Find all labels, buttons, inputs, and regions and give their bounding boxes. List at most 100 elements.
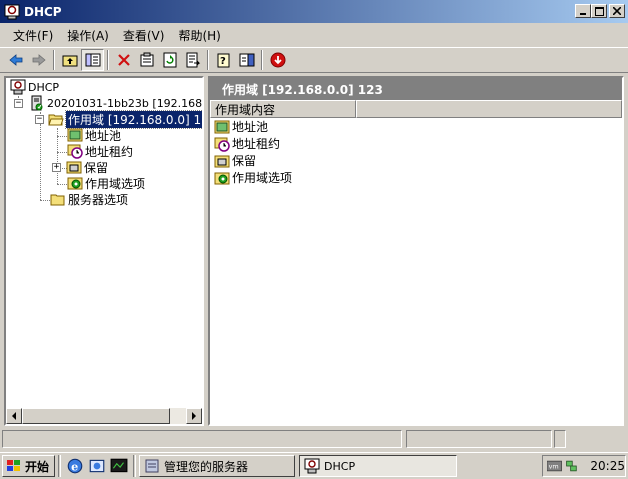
start-button[interactable]: 开始 [2,455,56,477]
ie-browser-icon[interactable]: e [66,457,84,475]
network-connection-icon[interactable] [565,458,578,474]
task-manage-server[interactable]: 管理您的服务器 [139,455,296,477]
collapse-toggle[interactable]: − [35,114,44,124]
close-icon [613,7,621,15]
tree-item-scope-options[interactable]: 作用域选项 [67,175,145,191]
right-triangle-icon [192,412,196,420]
menu-file[interactable]: 文件(F) [6,27,60,44]
window-titlebar[interactable]: DHCP [0,0,628,23]
taskbar: 开始 e 管理您的服务器 DHCP vm 20:25 [0,452,628,479]
tree-horizontal-scrollbar[interactable] [6,408,202,424]
tree-label: 20201031-1bb23b [192.168.0 [47,96,204,110]
list-item-address-pool[interactable]: 地址池 [210,118,622,135]
tree-label: 地址池 [85,128,122,143]
refresh-button[interactable] [158,49,181,71]
menu-view[interactable]: 查看(V) [116,27,172,44]
tree-item-scope[interactable]: − 作用域 [192.168.0.0] 12 [35,109,202,129]
export-list-icon [186,52,200,68]
scroll-left-button[interactable] [6,408,22,424]
delete-button[interactable] [112,49,135,71]
list-item-label: 保留 [232,154,257,168]
expand-toggle[interactable]: + [52,162,61,172]
list-item-reservations[interactable]: 保留 [210,152,622,169]
column-header-scope-contents[interactable]: 作用域内容 [210,100,356,118]
minimize-button[interactable] [575,4,591,18]
list-item-scope-options[interactable]: 作用域选项 [210,169,622,186]
help-button[interactable]: ? [212,49,235,71]
scroll-right-button[interactable] [186,408,202,424]
list-item-label: 地址池 [232,120,269,134]
vmware-tools-icon[interactable]: vm [547,459,562,473]
server-manager-icon [145,459,159,473]
show-hide-tree-button[interactable] [81,49,104,71]
list-item-label: 作用域选项 [232,171,293,185]
tree-item-address-leases[interactable]: 地址租约 [67,143,133,159]
folder-open-icon [48,114,64,126]
status-cell-small [554,430,566,448]
reservations-folder-icon [214,155,230,167]
deactivate-button[interactable] [266,49,289,71]
tree-item-address-pool[interactable]: 地址池 [67,127,121,143]
task-dhcp[interactable]: DHCP [299,455,458,477]
tree-item-server-options[interactable]: 服务器选项 [50,191,128,207]
dhcp-app-icon [304,458,320,474]
tree-label: 服务器选项 [68,192,129,207]
task-label: DHCP [324,459,356,473]
windows-logo-icon [7,460,20,471]
taskbar-separator [133,455,137,477]
toolbar-separator [53,50,55,70]
maximize-icon [594,6,604,16]
scrollbar-track[interactable] [22,408,186,424]
left-triangle-icon [12,412,16,420]
leases-clock-icon [67,144,83,159]
status-cell-main [2,430,402,448]
console-tree-pane[interactable]: DHCP − 20201031-1bb23b [192.168.0 − 作用域 … [4,76,204,426]
scope-options-icon [67,177,83,190]
help-book-icon: ? [217,53,229,68]
forward-button[interactable] [27,49,50,71]
collapse-toggle[interactable]: − [14,98,23,108]
tree-label: 保留 [84,160,109,175]
show-desktop-icon[interactable] [110,457,128,475]
outlook-express-icon[interactable] [88,457,106,475]
tree-connector [57,152,67,153]
status-cell-secondary [406,430,552,448]
dhcp-console-icon [10,79,26,95]
show-action-pane-button[interactable] [235,49,258,71]
svg-text:vm: vm [549,462,559,470]
maximize-button[interactable] [591,4,607,18]
back-arrow-icon [8,54,22,66]
details-pane[interactable]: 作用域 [192.168.0.0] 123 作用域内容 地址池 地址租约 保留 … [208,76,624,426]
start-label: 开始 [25,459,50,474]
tree-connector [40,200,50,201]
tree-label: 作用域选项 [85,176,146,191]
close-button[interactable] [609,4,625,18]
toolbar-separator [207,50,209,70]
tree-item-server[interactable]: − 20201031-1bb23b [192.168.0 [14,95,204,111]
toolbar-separator [107,50,109,70]
menu-action[interactable]: 操作(A) [60,27,116,44]
export-list-button[interactable] [181,49,204,71]
menu-bar: 文件(F) 操作(A) 查看(V) 帮助(H) [0,23,628,47]
taskbar-separator [58,455,62,477]
red-down-arrow-icon [270,52,285,68]
svg-text:?: ? [220,56,226,67]
clock[interactable]: 20:25 [590,459,625,473]
tree-item-reservations[interactable]: + 保留 [52,159,108,175]
tree-item-dhcp-root[interactable]: DHCP [10,79,59,95]
minimize-icon [580,13,586,15]
up-level-button[interactable] [58,49,81,71]
window-title: DHCP [24,4,62,19]
column-header-row: 作用域内容 [210,100,622,118]
list-item-address-leases[interactable]: 地址租约 [210,135,622,152]
task-label: 管理您的服务器 [164,459,249,474]
menu-help[interactable]: 帮助(H) [171,27,227,44]
tree-connector [57,136,67,137]
scrollbar-thumb[interactable] [22,408,170,424]
server-icon [31,95,43,111]
action-pane-icon [239,53,254,67]
status-bar [0,428,628,450]
back-button[interactable] [4,49,27,71]
forward-arrow-icon [32,54,46,66]
properties-button[interactable] [135,49,158,71]
